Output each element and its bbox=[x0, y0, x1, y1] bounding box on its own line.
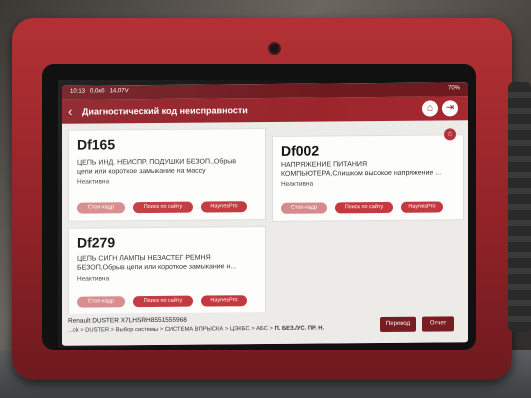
search-site-button[interactable]: Поиск по сайту bbox=[133, 295, 193, 308]
footer: Renault DUSTER X7LHSRH8551555968 ...ck >… bbox=[62, 310, 468, 346]
dtc-state: Неактивна bbox=[77, 178, 110, 186]
status-voltage: 14,07V bbox=[109, 88, 129, 95]
freeze-frame-button[interactable]: Стоп-кадр bbox=[77, 296, 125, 308]
dtc-code: Df002 bbox=[281, 142, 320, 159]
exit-icon[interactable]: ⇥ bbox=[442, 100, 458, 117]
haynespro-button[interactable]: HaynesPro bbox=[401, 201, 443, 213]
dtc-state: Неактивна bbox=[77, 275, 110, 283]
camera-icon bbox=[268, 42, 281, 55]
dtc-code: Df165 bbox=[77, 136, 116, 153]
haynespro-button[interactable]: HaynesPro bbox=[201, 295, 247, 307]
back-arrow-icon[interactable]: ‹ bbox=[68, 104, 72, 119]
haynespro-button[interactable]: HaynesPro bbox=[201, 201, 247, 213]
translate-button[interactable]: Перевод bbox=[380, 316, 416, 332]
page-title: Диагностический код неисправности bbox=[82, 105, 248, 117]
home-icon[interactable]: ⌂ bbox=[422, 100, 438, 117]
breadcrumb-path: ...ck > DUSTER > Выбор системы > СИСТЕМА… bbox=[68, 325, 275, 334]
search-site-button[interactable]: Поиск по сайту bbox=[335, 201, 393, 214]
dtc-card: Df279 ЦЕПЬ СИГН ЛАМПЫ НЕЗАСТЕГ РЕМНЯ БЕЗ… bbox=[68, 225, 266, 316]
app-bar: ‹ Диагностический код неисправности ⌂ ⇥ bbox=[62, 96, 468, 124]
report-button[interactable]: Отчет bbox=[422, 316, 454, 332]
status-net: 0,0кб bbox=[90, 88, 105, 95]
dtc-code: Df279 bbox=[77, 234, 116, 251]
freeze-frame-button[interactable]: Стоп-кадр bbox=[281, 202, 327, 214]
vehicle-vin: Renault DUSTER X7LHSRH8551555968 bbox=[68, 316, 187, 325]
tablet-side-grip bbox=[508, 82, 531, 332]
search-site-button[interactable]: Поиск по сайту bbox=[133, 201, 193, 214]
freeze-frame-button[interactable]: Стоп-кадр bbox=[77, 202, 125, 214]
dtc-desc-line: цепи или короткое замыкание на массу bbox=[77, 167, 206, 176]
status-time: 10:13 bbox=[70, 88, 86, 95]
dtc-card: Df165 ЦЕПЬ ИНД. НЕИСПР. ПОДУШКИ БЕЗОП.,О… bbox=[68, 127, 266, 222]
dtc-desc-line: БЕЗОП,Обрыв цепи или короткое замыкание … bbox=[77, 263, 237, 272]
delete-codes-icon[interactable]: ⌂ bbox=[444, 128, 456, 141]
breadcrumb-current: П. БЕЗ./УС. ПР. Н. bbox=[274, 325, 325, 332]
dtc-state: Неактивна bbox=[281, 180, 314, 188]
breadcrumb: ...ck > DUSTER > Выбор системы > СИСТЕМА… bbox=[68, 325, 324, 333]
status-battery: 70% bbox=[447, 85, 460, 92]
dtc-desc-line: КОМПЬЮТЕРА,Слишком высокое напряжение ..… bbox=[281, 169, 442, 178]
screen: 10:13 0,0кб 14,07V 70% ‹ Диагностический… bbox=[62, 82, 468, 346]
dtc-card: Df002 НАПРЯЖЕНИЕ ПИТАНИЯ КОМПЬЮТЕРА,Слиш… bbox=[272, 134, 464, 222]
